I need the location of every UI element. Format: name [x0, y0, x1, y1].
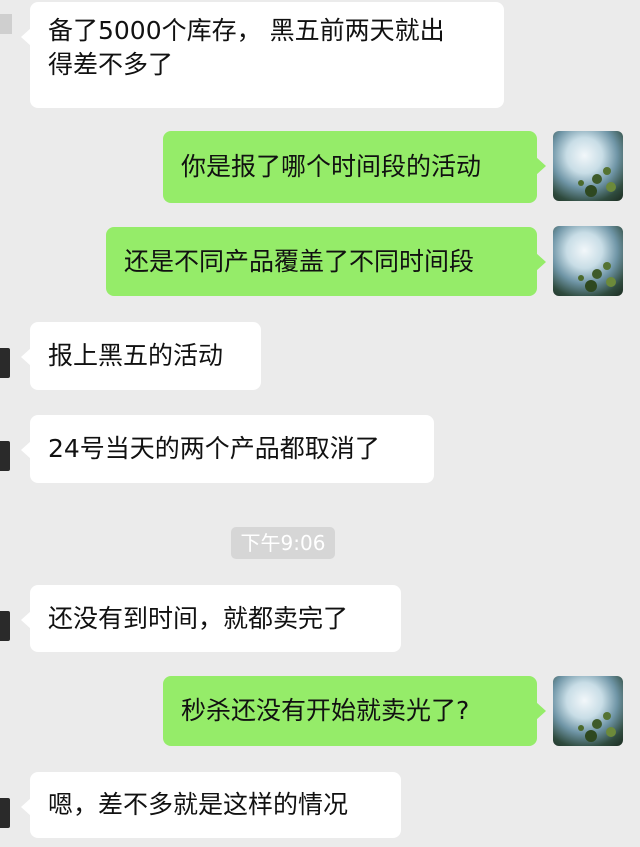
message-bubble-incoming[interactable]: 24号当天的两个产品都取消了: [21, 415, 434, 483]
contact-avatar-icon[interactable]: [0, 772, 16, 842]
message-bubble-incoming[interactable]: 还没有到时间，就都卖完了: [21, 585, 401, 652]
avatar-art: [578, 262, 616, 292]
message-text: 报上黑五的活动: [48, 341, 224, 370]
avatar-art: [578, 167, 616, 197]
message-text: 你是报了哪个时间段的活动: [181, 152, 482, 181]
message-bubble-incoming[interactable]: 报上黑五的活动: [21, 322, 261, 390]
message-bubble-outgoing[interactable]: 你是报了哪个时间段的活动: [163, 131, 546, 203]
message-text: 24号当天的两个产品都取消了: [48, 434, 380, 463]
contact-avatar-icon[interactable]: [0, 585, 16, 655]
message-text: 还是不同产品覆盖了不同时间段: [124, 246, 475, 276]
avatar-edge: [0, 611, 10, 641]
message-text: 备了5000个库存， 黑五前两天就出 得差不多了: [48, 16, 445, 79]
message-bubble-incoming[interactable]: 备了5000个库存， 黑五前两天就出 得差不多了: [21, 2, 504, 108]
timestamp-badge: 下午9:06: [231, 527, 335, 559]
avatar-edge: [0, 348, 10, 378]
self-avatar-icon[interactable]: [553, 676, 623, 746]
message-bubble-outgoing[interactable]: 还是不同产品覆盖了不同时间段: [106, 227, 546, 296]
message-text: 还没有到时间，就都卖完了: [48, 603, 349, 633]
message-text: 秒杀还没有开始就卖光了?: [181, 696, 470, 725]
avatar-edge: [0, 14, 12, 34]
avatar-edge: [0, 798, 10, 828]
self-avatar-icon[interactable]: [553, 226, 623, 296]
avatar-art: [578, 712, 616, 742]
message-text: 嗯，差不多就是这样的情况: [48, 790, 349, 819]
message-bubble-outgoing[interactable]: 秒杀还没有开始就卖光了?: [163, 676, 546, 746]
contact-avatar-icon[interactable]: [0, 6, 16, 76]
self-avatar-icon[interactable]: [553, 131, 623, 201]
message-bubble-incoming[interactable]: 嗯，差不多就是这样的情况: [21, 772, 401, 838]
avatar-edge: [0, 441, 10, 471]
contact-avatar-icon[interactable]: [0, 415, 16, 485]
contact-avatar-icon[interactable]: [0, 322, 16, 392]
